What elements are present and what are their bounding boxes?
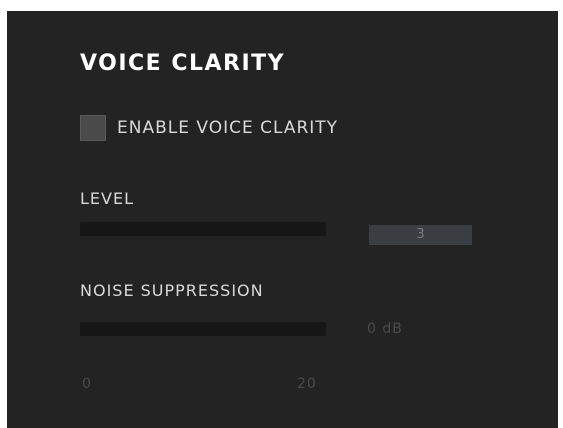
panel-title: VOICE CLARITY — [80, 51, 286, 76]
noise-suppression-slider[interactable] — [80, 322, 326, 336]
level-slider[interactable] — [80, 222, 326, 236]
voice-clarity-panel: VOICE CLARITY ENABLE VOICE CLARITY LEVEL… — [7, 11, 558, 428]
level-value-input[interactable]: 3 — [369, 225, 472, 245]
enable-voice-clarity-checkbox[interactable] — [80, 115, 106, 141]
enable-voice-clarity-label: ENABLE VOICE CLARITY — [117, 118, 339, 138]
noise-suppression-value: 0 dB — [367, 321, 403, 337]
noise-suppression-min-label: 0 — [82, 376, 92, 392]
enable-voice-clarity-toggle[interactable]: ENABLE VOICE CLARITY — [80, 114, 338, 142]
noise-suppression-max-label: 20 — [297, 376, 317, 392]
noise-suppression-label: NOISE SUPPRESSION — [80, 281, 264, 300]
level-label: LEVEL — [80, 189, 134, 208]
